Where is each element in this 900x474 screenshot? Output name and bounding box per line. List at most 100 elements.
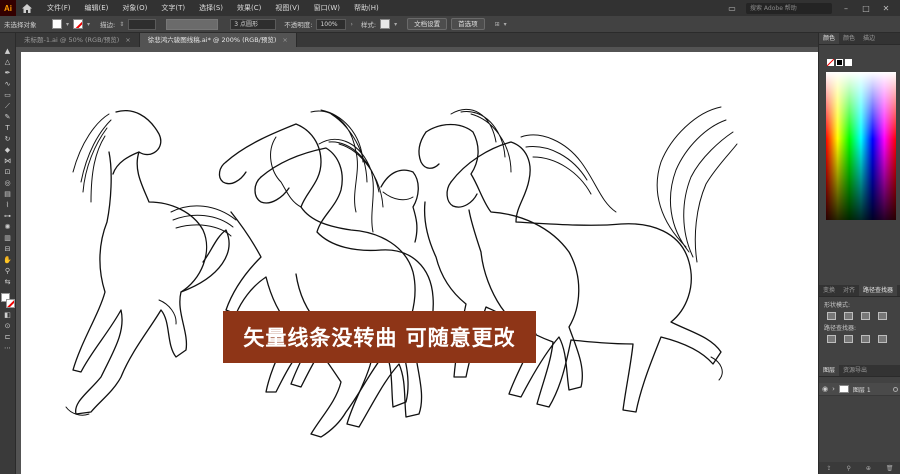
swap-colors-icon[interactable]: ⇆ — [2, 278, 14, 287]
tab-untitled[interactable]: 未标题-1.ai @ 50% (RGB/预览) × — [16, 33, 140, 47]
close-icon[interactable]: ✕ — [880, 4, 892, 13]
shape-modes-row — [819, 312, 900, 320]
rectangle-tool-icon[interactable]: ▭ — [2, 91, 14, 100]
chevron-down-icon[interactable]: ▾ — [87, 21, 90, 28]
tab-transform[interactable]: 变换 — [819, 285, 839, 296]
help-search-input[interactable]: 搜索 Adobe 帮助 — [746, 2, 832, 14]
symbol-sprayer-tool-icon[interactable]: ✺ — [2, 223, 14, 232]
tab-asset-export[interactable]: 资源导出 — [839, 365, 871, 376]
menu-object[interactable]: 对象(O) — [115, 0, 154, 16]
style-label: 样式: — [360, 21, 377, 29]
direct-selection-tool-icon[interactable]: △ — [2, 58, 14, 67]
menu-window[interactable]: 窗口(W) — [307, 0, 347, 16]
variable-width-profile[interactable] — [166, 18, 219, 30]
paintbrush-tool-icon[interactable]: ⟋ — [2, 102, 14, 111]
tab-stroke[interactable]: 描边 — [859, 33, 879, 44]
color-panel-tabs: 颜色 颜色 描边 — [819, 33, 900, 45]
tab-pathfinder[interactable]: 路径查找器 — [859, 285, 898, 296]
menu-effect[interactable]: 效果(C) — [230, 0, 268, 16]
eyedropper-tool-icon[interactable]: ⌇ — [2, 201, 14, 210]
fill-swatch[interactable] — [52, 19, 62, 29]
canvas-area[interactable]: 矢量线条没转曲 可随意更改 — [16, 47, 818, 474]
chevron-down-icon[interactable]: ▾ — [504, 21, 507, 28]
selection-tool-icon[interactable]: ▲ — [2, 47, 14, 56]
stroke-swatch[interactable] — [73, 19, 84, 29]
fill-stroke-selector[interactable] — [0, 293, 15, 309]
intersect-icon[interactable] — [861, 312, 870, 320]
screen-mode-icon[interactable]: ⊏ — [2, 333, 14, 342]
type-tool-icon[interactable]: T — [2, 124, 14, 133]
tab-align[interactable]: 对齐 — [839, 285, 859, 296]
layers-panel: 图层 资源导出 ◉ › 图层 1 — [819, 365, 900, 396]
stepper-icon[interactable]: ⇕ — [119, 21, 124, 28]
minimize-icon[interactable]: – — [840, 4, 852, 13]
shape-builder-tool-icon[interactable]: ◎ — [2, 179, 14, 188]
layer-row[interactable]: ◉ › 图层 1 — [819, 383, 900, 396]
eye-icon[interactable]: ◉ — [822, 385, 828, 393]
color-mode-icon[interactable]: ◧ — [2, 311, 14, 320]
export-icon[interactable]: ⇪ — [826, 465, 831, 472]
rotate-tool-icon[interactable]: ↻ — [2, 135, 14, 144]
layer-name: 图层 1 — [852, 386, 871, 394]
none-swatch[interactable] — [827, 59, 834, 66]
document-setup-button[interactable]: 文档设置 — [407, 18, 448, 30]
arrange-icon[interactable]: ▭ — [726, 4, 738, 13]
menu-view[interactable]: 视图(V) — [268, 0, 306, 16]
black-swatch[interactable] — [836, 59, 843, 66]
new-layer-icon[interactable]: ⊕ — [866, 465, 871, 472]
draw-mode-icon[interactable]: ⊙ — [2, 322, 14, 331]
width-tool-icon[interactable]: ⋈ — [2, 157, 14, 166]
maximize-icon[interactable]: □ — [860, 4, 872, 13]
more-tools-icon[interactable]: ⋯ — [2, 344, 14, 353]
menu-select[interactable]: 选择(S) — [192, 0, 230, 16]
artboard[interactable]: 矢量线条没转曲 可随意更改 — [21, 52, 818, 474]
chevron-right-icon[interactable]: › — [350, 21, 352, 28]
trash-icon[interactable]: 🗑 — [886, 465, 894, 472]
color-spectrum[interactable] — [826, 72, 896, 220]
horses-line-art[interactable] — [21, 52, 818, 474]
tab-label: 徐悲鸿六骏图线稿.ai* @ 200% (RGB/预览) — [147, 36, 277, 44]
white-swatch[interactable] — [845, 59, 852, 66]
brush-definition-select[interactable]: 3 点圆形 — [230, 18, 277, 30]
transform-icon[interactable]: ⊞ — [495, 21, 500, 28]
tab-layers[interactable]: 图层 — [819, 365, 840, 376]
stroke-weight-field[interactable] — [128, 18, 157, 30]
chevron-down-icon[interactable]: ▾ — [394, 21, 397, 28]
tab-color-guide[interactable]: 颜色 — [839, 33, 859, 44]
preferences-button[interactable]: 首选项 — [451, 18, 485, 30]
blend-tool-icon[interactable]: ⊶ — [2, 212, 14, 221]
tab-six-horses[interactable]: 徐悲鸿六骏图线稿.ai* @ 200% (RGB/预览) × — [139, 33, 297, 47]
target-icon[interactable] — [893, 386, 898, 392]
hand-tool-icon[interactable]: ✋ — [2, 256, 14, 265]
minus-front-icon[interactable] — [844, 312, 853, 320]
stroke-color-swatch[interactable] — [5, 299, 15, 308]
close-icon[interactable]: × — [125, 36, 130, 44]
home-icon[interactable] — [16, 0, 38, 16]
chevron-down-icon[interactable]: ▾ — [66, 21, 69, 28]
graph-tool-icon[interactable]: ▥ — [2, 234, 14, 243]
menu-edit[interactable]: 编辑(E) — [78, 0, 116, 16]
unite-icon[interactable] — [827, 312, 836, 320]
trim-icon[interactable] — [844, 335, 853, 343]
gradient-tool-icon[interactable]: ▤ — [2, 190, 14, 199]
menu-help[interactable]: 帮助(H) — [347, 0, 386, 16]
graphic-style-swatch[interactable] — [380, 19, 391, 29]
free-transform-tool-icon[interactable]: ⊡ — [2, 168, 14, 177]
close-icon[interactable]: × — [282, 36, 287, 44]
pen-tool-icon[interactable]: ✒ — [2, 69, 14, 78]
menu-file[interactable]: 文件(F) — [40, 0, 78, 16]
zoom-tool-icon[interactable]: ⚲ — [2, 267, 14, 276]
menu-type[interactable]: 文字(T) — [154, 0, 192, 16]
tab-color[interactable]: 颜色 — [819, 33, 840, 44]
artboard-tool-icon[interactable]: ⊟ — [2, 245, 14, 254]
search-icon[interactable]: ⚲ — [846, 465, 850, 472]
divide-icon[interactable] — [827, 335, 836, 343]
curvature-tool-icon[interactable]: ∿ — [2, 80, 14, 89]
merge-icon[interactable] — [861, 335, 870, 343]
crop-icon[interactable] — [878, 335, 887, 343]
opacity-field[interactable]: 100% — [316, 18, 347, 30]
chevron-right-icon[interactable]: › — [832, 385, 835, 393]
pencil-tool-icon[interactable]: ✎ — [2, 113, 14, 122]
eraser-tool-icon[interactable]: ◆ — [2, 146, 14, 155]
exclude-icon[interactable] — [878, 312, 887, 320]
